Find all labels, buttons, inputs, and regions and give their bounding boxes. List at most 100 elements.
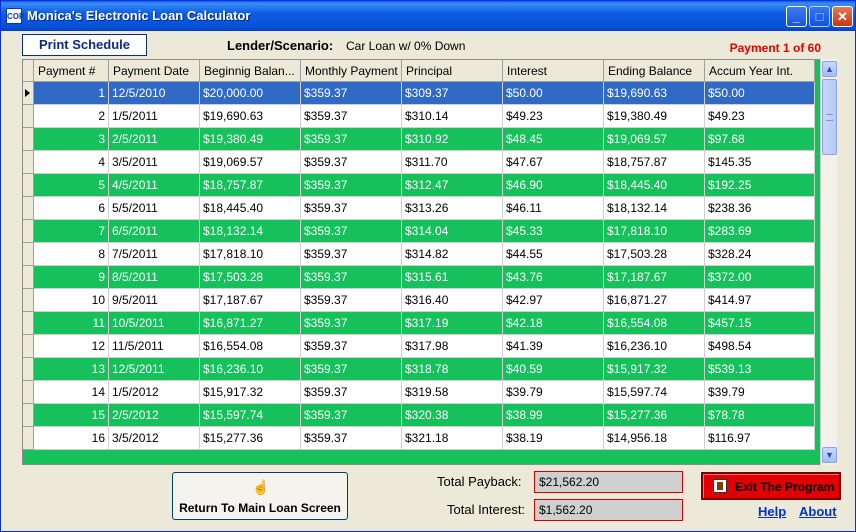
cell-beginning-balance[interactable]: $19,690.63	[200, 105, 301, 128]
table-row[interactable]: 11 10/5/2011 $16,871.27 $359.37 $317.19 $42.1…	[23, 312, 815, 335]
row-header[interactable]	[23, 243, 34, 266]
cell-payment-number[interactable]: 1	[34, 82, 109, 105]
cell-principal[interactable]: $313.26	[402, 197, 503, 220]
cell-monthly-payment[interactable]: $359.37	[301, 243, 402, 266]
cell-interest[interactable]: $38.99	[503, 404, 604, 427]
row-header[interactable]	[23, 312, 34, 335]
vertical-scrollbar[interactable]: ▲ ▼	[820, 59, 837, 465]
cell-accum-year-interest[interactable]: $498.54	[705, 335, 815, 358]
cell-principal[interactable]: $312.47	[402, 174, 503, 197]
cell-interest[interactable]: $49.23	[503, 105, 604, 128]
payment-schedule-grid[interactable]: Payment # Payment Date Beginnig Balan...…	[22, 59, 836, 465]
cell-accum-year-interest[interactable]: $39.79	[705, 381, 815, 404]
cell-payment-number[interactable]: 14	[34, 381, 109, 404]
maximize-button[interactable]: □	[809, 6, 830, 27]
print-schedule-button[interactable]: Print Schedule	[22, 34, 147, 56]
row-header[interactable]	[23, 335, 34, 358]
table-row[interactable]: 4 3/5/2011 $19,069.57 $359.37 $311.70 $47.67 $…	[23, 151, 815, 174]
cell-payment-date[interactable]: 1/5/2011	[109, 105, 200, 128]
row-header[interactable]	[23, 174, 34, 197]
column-header-principal[interactable]: Principal	[402, 60, 503, 82]
cell-beginning-balance[interactable]: $17,503.28	[200, 266, 301, 289]
cell-payment-number[interactable]: 6	[34, 197, 109, 220]
cell-ending-balance[interactable]: $17,503.28	[604, 243, 705, 266]
cell-monthly-payment[interactable]: $359.37	[301, 82, 402, 105]
table-row[interactable]: 1 12/5/2010 $20,000.00 $359.37 $309.37 $50.00…	[23, 82, 815, 105]
cell-beginning-balance[interactable]: $17,187.67	[200, 289, 301, 312]
table-row[interactable]: 10 9/5/2011 $17,187.67 $359.37 $316.40 $42.97…	[23, 289, 815, 312]
cell-ending-balance[interactable]: $15,597.74	[604, 381, 705, 404]
row-header[interactable]	[23, 427, 34, 450]
table-row[interactable]: 15 2/5/2012 $15,597.74 $359.37 $320.38 $38.99…	[23, 404, 815, 427]
table-row[interactable]: 14 1/5/2012 $15,917.32 $359.37 $319.58 $39.79…	[23, 381, 815, 404]
cell-accum-year-interest[interactable]: $328.24	[705, 243, 815, 266]
table-row[interactable]: 3 2/5/2011 $19,380.49 $359.37 $310.92 $48.45 $…	[23, 128, 815, 151]
table-row[interactable]: 8 7/5/2011 $17,818.10 $359.37 $314.82 $44.55 $…	[23, 243, 815, 266]
cell-interest[interactable]: $44.55	[503, 243, 604, 266]
cell-payment-date[interactable]: 1/5/2012	[109, 381, 200, 404]
cell-accum-year-interest[interactable]: $192.25	[705, 174, 815, 197]
row-header[interactable]	[23, 197, 34, 220]
cell-ending-balance[interactable]: $16,236.10	[604, 335, 705, 358]
column-header-beginning-balance[interactable]: Beginnig Balan...	[200, 60, 301, 82]
minimize-button[interactable]: _	[786, 6, 807, 27]
cell-monthly-payment[interactable]: $359.37	[301, 289, 402, 312]
cell-accum-year-interest[interactable]: $116.97	[705, 427, 815, 450]
cell-interest[interactable]: $39.79	[503, 381, 604, 404]
cell-payment-date[interactable]: 10/5/2011	[109, 312, 200, 335]
cell-monthly-payment[interactable]: $359.37	[301, 174, 402, 197]
cell-payment-date[interactable]: 2/5/2011	[109, 128, 200, 151]
table-row[interactable]: 6 5/5/2011 $18,445.40 $359.37 $313.26 $46.11 $…	[23, 197, 815, 220]
scrollbar-thumb[interactable]	[822, 79, 837, 155]
row-header[interactable]	[23, 358, 34, 381]
cell-principal[interactable]: $320.38	[402, 404, 503, 427]
table-row[interactable]: 16 3/5/2012 $15,277.36 $359.37 $321.18 $38.19…	[23, 427, 815, 450]
cell-ending-balance[interactable]: $18,757.87	[604, 151, 705, 174]
cell-accum-year-interest[interactable]: $414.97	[705, 289, 815, 312]
cell-beginning-balance[interactable]: $17,818.10	[200, 243, 301, 266]
about-link[interactable]: About	[799, 504, 837, 519]
cell-payment-date[interactable]: 6/5/2011	[109, 220, 200, 243]
cell-payment-number[interactable]: 9	[34, 266, 109, 289]
row-header[interactable]	[23, 128, 34, 151]
cell-payment-number[interactable]: 16	[34, 427, 109, 450]
cell-interest[interactable]: $47.67	[503, 151, 604, 174]
cell-payment-date[interactable]: 12/5/2011	[109, 358, 200, 381]
cell-principal[interactable]: $319.58	[402, 381, 503, 404]
table-row[interactable]: 9 8/5/2011 $17,503.28 $359.37 $315.61 $43.76 $…	[23, 266, 815, 289]
cell-payment-date[interactable]: 3/5/2012	[109, 427, 200, 450]
column-header-payment-number[interactable]: Payment #	[34, 60, 109, 82]
cell-ending-balance[interactable]: $18,445.40	[604, 174, 705, 197]
table-row[interactable]: 13 12/5/2011 $16,236.10 $359.37 $318.78 $40.5…	[23, 358, 815, 381]
cell-monthly-payment[interactable]: $359.37	[301, 105, 402, 128]
cell-beginning-balance[interactable]: $19,069.57	[200, 151, 301, 174]
cell-interest[interactable]: $46.11	[503, 197, 604, 220]
cell-payment-number[interactable]: 2	[34, 105, 109, 128]
cell-ending-balance[interactable]: $15,277.36	[604, 404, 705, 427]
close-button[interactable]: ✕	[832, 6, 853, 27]
cell-accum-year-interest[interactable]: $49.23	[705, 105, 815, 128]
cell-monthly-payment[interactable]: $359.37	[301, 381, 402, 404]
row-header[interactable]	[23, 82, 34, 105]
cell-ending-balance[interactable]: $15,917.32	[604, 358, 705, 381]
cell-beginning-balance[interactable]: $20,000.00	[200, 82, 301, 105]
cell-beginning-balance[interactable]: $16,554.08	[200, 335, 301, 358]
cell-accum-year-interest[interactable]: $50.00	[705, 82, 815, 105]
cell-principal[interactable]: $317.98	[402, 335, 503, 358]
cell-ending-balance[interactable]: $19,380.49	[604, 105, 705, 128]
cell-interest[interactable]: $48.45	[503, 128, 604, 151]
cell-accum-year-interest[interactable]: $238.36	[705, 197, 815, 220]
cell-payment-date[interactable]: 12/5/2010	[109, 82, 200, 105]
cell-interest[interactable]: $50.00	[503, 82, 604, 105]
cell-payment-date[interactable]: 5/5/2011	[109, 197, 200, 220]
cell-interest[interactable]: $42.18	[503, 312, 604, 335]
cell-monthly-payment[interactable]: $359.37	[301, 151, 402, 174]
cell-payment-number[interactable]: 7	[34, 220, 109, 243]
cell-ending-balance[interactable]: $14,956.18	[604, 427, 705, 450]
cell-interest[interactable]: $38.19	[503, 427, 604, 450]
cell-monthly-payment[interactable]: $359.37	[301, 220, 402, 243]
cell-principal[interactable]: $321.18	[402, 427, 503, 450]
cell-accum-year-interest[interactable]: $78.78	[705, 404, 815, 427]
cell-payment-number[interactable]: 3	[34, 128, 109, 151]
row-header[interactable]	[23, 151, 34, 174]
